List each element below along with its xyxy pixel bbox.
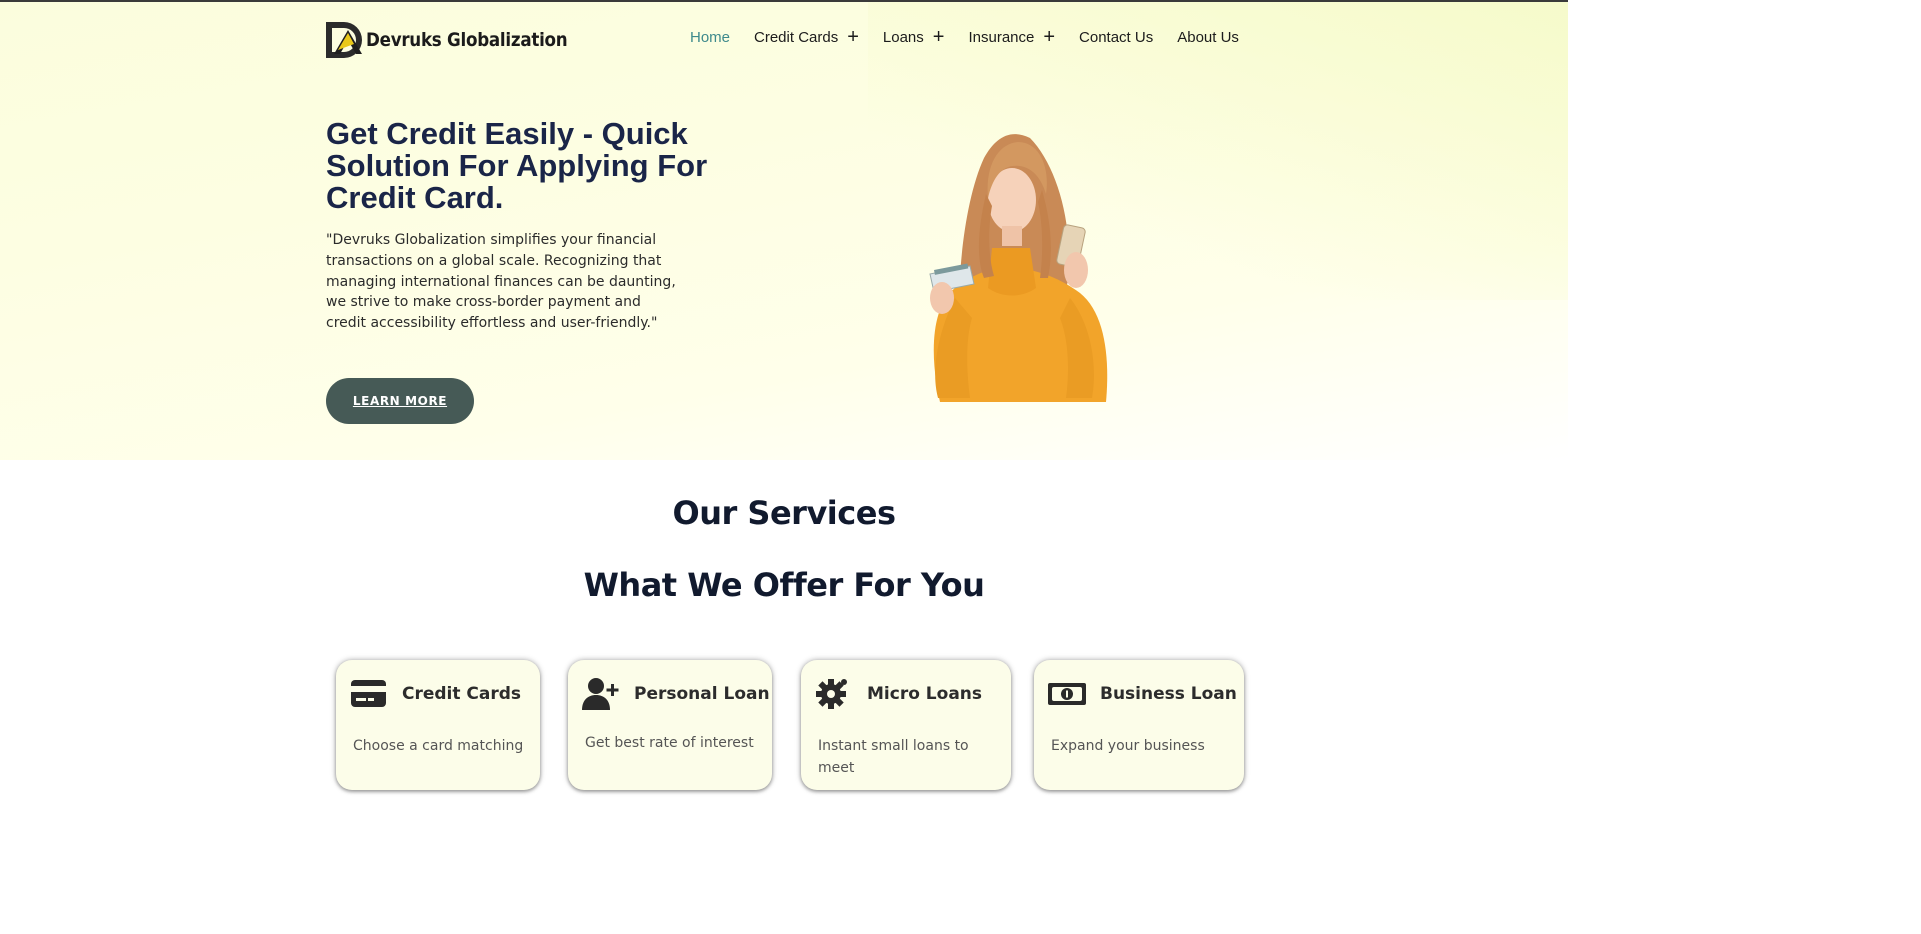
user-plus-icon (582, 678, 619, 710)
service-card-title: Business Loan (1100, 684, 1237, 704)
service-card-text: Expand your business (1051, 738, 1205, 754)
nav-item-loans[interactable]: Loans + (882, 27, 945, 47)
plus-icon[interactable]: + (847, 27, 859, 47)
service-card-title: Credit Cards (402, 684, 522, 704)
hero-title: Get Credit Easily - Quick Solution For A… (326, 116, 708, 215)
service-card-business-loan[interactable]: Business Loan Expand your business (1034, 660, 1244, 790)
nav-item-label: Loans (882, 29, 924, 46)
brand-logo[interactable]: Devruks Globalization (324, 20, 595, 60)
logo-mark-icon (326, 22, 362, 58)
service-card-text: Get best rate of interest (585, 735, 754, 751)
money-bill-icon (1048, 683, 1086, 705)
plus-icon[interactable]: + (933, 27, 945, 47)
gear-icon (816, 679, 847, 709)
services-subtitle: What We Offer For You (583, 566, 985, 604)
service-card-credit-cards[interactable]: Credit Cards Choose a card matching (336, 660, 540, 790)
service-card-title: Personal Loan (634, 684, 770, 704)
nav-item-label: Contact Us (1079, 29, 1154, 46)
nav-item-label: Insurance (968, 29, 1035, 46)
service-card-text: Choose a card matching (353, 738, 524, 754)
nav-item-label: Home (690, 29, 731, 46)
nav-item-credit-cards[interactable]: Credit Cards + (754, 27, 859, 47)
hero-background (0, 0, 1568, 460)
main-navigation: Home Credit Cards + Loans + Insurance + … (690, 27, 1239, 47)
plus-icon[interactable]: + (1043, 27, 1055, 47)
nav-item-insurance[interactable]: Insurance + (968, 27, 1055, 47)
learn-more-button[interactable]: LEARN MORE (326, 378, 474, 424)
nav-item-contact-us[interactable]: Contact Us (1079, 29, 1153, 46)
credit-card-icon (351, 680, 386, 707)
nav-item-label: Credit Cards (754, 29, 839, 46)
service-card-title: Micro Loans (867, 684, 983, 704)
service-card-personal-loan[interactable]: Personal Loan Get best rate of interest (568, 660, 772, 790)
services-title: Our Services (672, 494, 896, 532)
brand-name: Devruks Globalization (366, 29, 568, 51)
service-card-micro-loans[interactable]: Micro Loans Instant small loans to meet (801, 660, 1011, 790)
service-card-text: Instant small loans to meet (818, 738, 969, 776)
hero-woman-with-credit-card-image (929, 134, 1108, 402)
top-border (0, 0, 1568, 2)
nav-item-label: About Us (1177, 29, 1239, 46)
nav-item-home[interactable]: Home (690, 29, 730, 46)
hero-description: "Devruks Globalization simplifies your f… (326, 232, 676, 332)
nav-item-about-us[interactable]: About Us (1177, 29, 1239, 46)
